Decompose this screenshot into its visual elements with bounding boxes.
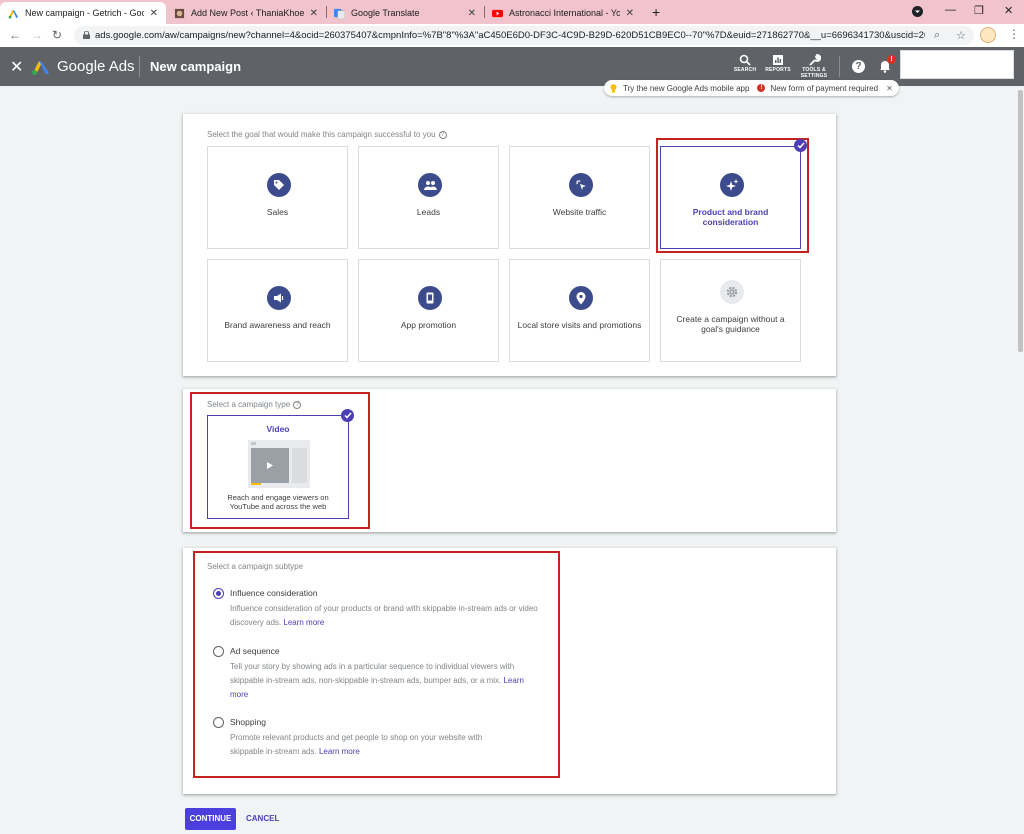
translate-favicon-icon	[334, 8, 345, 19]
new-tab-icon[interactable]: +	[652, 4, 660, 20]
back-arrow-icon[interactable]: ←	[9, 28, 21, 42]
goal-label-text: Select the goal that would make this cam…	[207, 130, 436, 139]
goal-label: Create a campaign without a goal's guida…	[676, 314, 785, 334]
google-ads-favicon-icon	[8, 9, 19, 19]
google-ads-logo-icon	[32, 61, 49, 75]
address-bar[interactable]: ads.google.com/aw/campaigns/new?channel=…	[74, 26, 974, 45]
goal-option-local-store-visits[interactable]: Local store visits and promotions	[509, 259, 650, 362]
account-box[interactable]	[900, 50, 1014, 79]
highlight-box-goal	[656, 138, 809, 253]
tab-title: New campaign - Getrich - Google	[25, 8, 144, 18]
search-icon	[739, 54, 751, 66]
reports-button[interactable]: REPORTS	[762, 54, 794, 73]
tools-label: TOOLS & SETTINGS	[800, 67, 828, 79]
notification-tip: Try the new Google Ads mobile app	[623, 83, 750, 93]
alert-badge: !	[887, 55, 896, 64]
wrench-icon	[809, 54, 821, 66]
profile-menu-icon[interactable]	[912, 6, 923, 17]
header-divider	[139, 56, 140, 77]
close-icon[interactable]: ✕	[10, 57, 23, 77]
browser-tab-youtube[interactable]: Astronacci International - YouTub ✕	[484, 2, 642, 24]
notification-warning: New form of payment required	[770, 83, 879, 93]
goal-label: Website traffic	[552, 207, 607, 217]
window-close-icon[interactable]: ✕	[1004, 4, 1013, 17]
maximize-icon[interactable]: ❐	[974, 4, 984, 17]
notification-close-icon[interactable]: ✕	[886, 84, 893, 93]
zoom-search-icon[interactable]: ⌕	[934, 29, 940, 42]
people-icon	[418, 173, 442, 197]
goal-label: Sales	[266, 207, 289, 217]
youtube-favicon-icon	[492, 9, 503, 17]
continue-button[interactable]: CONTINUE	[185, 808, 236, 830]
page-title: New campaign	[150, 59, 242, 74]
notification-chip[interactable]: Try the new Google Ads mobile app ! New …	[604, 80, 899, 96]
megaphone-icon	[267, 286, 291, 310]
warning-icon: !	[757, 84, 766, 92]
tab-close-icon[interactable]: ✕	[626, 8, 634, 19]
reports-icon	[773, 55, 783, 65]
goal-option-brand-awareness[interactable]: Brand awareness and reach	[207, 259, 348, 362]
lightbulb-icon	[610, 83, 617, 92]
goal-option-leads[interactable]: Leads	[358, 146, 499, 249]
wordpress-favicon-icon	[174, 8, 185, 18]
goal-option-no-guidance[interactable]: Create a campaign without a goal's guida…	[660, 259, 801, 362]
help-icon[interactable]: ?	[852, 60, 865, 73]
goal-label: Brand awareness and reach	[224, 320, 331, 330]
goal-label: Leads	[416, 207, 441, 217]
tools-settings-button[interactable]: TOOLS & SETTINGS	[798, 54, 830, 79]
help-circle-icon[interactable]: ?	[438, 131, 447, 139]
cancel-button[interactable]: CANCEL	[246, 808, 279, 830]
tab-title: Google Translate	[351, 8, 420, 18]
highlight-box-subtype	[193, 551, 560, 778]
goal-section-label: Select the goal that would make this cam…	[207, 130, 447, 139]
phone-icon	[418, 286, 442, 310]
forward-arrow-icon[interactable]: →	[31, 28, 43, 42]
selected-check-icon	[341, 409, 354, 422]
tab-close-icon[interactable]: ✕	[468, 8, 476, 19]
browser-tabstrip: New campaign - Getrich - Google ✕ Add Ne…	[0, 0, 1024, 24]
profile-avatar[interactable]	[980, 27, 996, 43]
browser-tab-google-ads[interactable]: New campaign - Getrich - Google ✕	[0, 2, 166, 24]
location-pin-icon	[569, 286, 593, 310]
search-button[interactable]: SEARCH	[729, 54, 761, 73]
search-label: SEARCH	[733, 67, 757, 73]
browser-toolbar: ← → ↻ ads.google.com/aw/campaigns/new?ch…	[0, 24, 1024, 47]
cursor-click-icon	[569, 173, 593, 197]
minimize-icon[interactable]: —	[945, 4, 956, 16]
header-divider	[839, 56, 840, 77]
tab-title: Astronacci International - YouTub	[509, 8, 620, 18]
tab-close-icon[interactable]: ✕	[310, 8, 318, 19]
goal-label: App promotion	[400, 320, 457, 330]
reports-label: REPORTS	[765, 67, 791, 73]
goal-label: Local store visits and promotions	[517, 320, 642, 330]
browser-tab-add-new-post[interactable]: Add New Post ‹ ThaniaKhoe Digi ✕	[166, 2, 326, 24]
bookmark-star-icon[interactable]: ☆	[956, 29, 966, 42]
goal-option-sales[interactable]: Sales	[207, 146, 348, 249]
goal-option-app-promotion[interactable]: App promotion	[358, 259, 499, 362]
gear-icon	[720, 280, 744, 304]
goal-option-website-traffic[interactable]: Website traffic	[509, 146, 650, 249]
tab-title: Add New Post ‹ ThaniaKhoe Digi	[191, 8, 304, 18]
selected-check-icon	[794, 139, 807, 152]
tag-icon	[267, 173, 291, 197]
reload-icon[interactable]: ↻	[52, 28, 62, 42]
brand-name: Google Ads	[57, 58, 135, 75]
browser-menu-icon[interactable]: ⋮	[1008, 27, 1020, 41]
tab-close-icon[interactable]: ✕	[150, 8, 158, 19]
browser-tab-google-translate[interactable]: Google Translate ✕	[326, 2, 484, 24]
lock-icon	[83, 31, 90, 39]
scrollbar-thumb[interactable]	[1018, 90, 1023, 352]
url-text: ads.google.com/aw/campaigns/new?channel=…	[95, 30, 925, 41]
